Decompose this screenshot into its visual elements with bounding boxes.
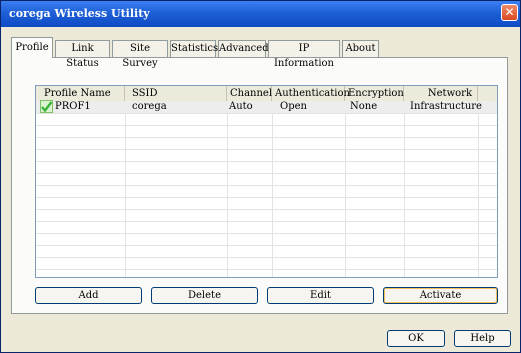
column-header-filler [478,86,497,101]
utility-window: corega Wireless Utility ✕ Profile Link S… [0,0,521,353]
window-title: corega Wireless Utility [9,7,150,20]
check-icon [40,100,53,113]
cell-authentication: Open [280,101,307,112]
column-header-encryption[interactable]: Encryption [345,86,404,101]
cell-network-type: Infrastructure [410,101,482,112]
tab-ip-information[interactable]: IP Information [268,40,340,69]
delete-button[interactable]: Delete [151,287,258,304]
tab-link-status[interactable]: Link Status [55,40,110,69]
title-bar[interactable]: corega Wireless Utility ✕ [1,1,520,27]
cell-profile-name: PROF1 [55,101,91,112]
column-header-channel[interactable]: Channel [227,86,272,101]
column-header-network-type[interactable]: Network Type [404,86,478,114]
cell-channel: Auto [229,101,253,112]
column-header-authentication[interactable]: Authentication [272,86,350,101]
activate-button[interactable]: Activate [383,287,498,304]
cell-encryption: None [350,101,378,112]
ok-button[interactable]: OK [387,330,445,347]
profile-list-header: Profile Name SSID Channel Authentication… [36,86,497,114]
edit-button[interactable]: Edit [267,287,374,304]
add-button[interactable]: Add [35,287,142,304]
tab-about[interactable]: About [342,40,379,57]
tab-statistics[interactable]: Statistics [170,40,218,57]
close-button[interactable]: ✕ [501,4,518,21]
column-header-ssid[interactable]: SSID [125,86,227,101]
tab-site-survey[interactable]: Site Survey [112,40,168,69]
help-button[interactable]: Help [454,330,511,347]
table-row[interactable]: PROF1 corega Auto Open None Infrastructu… [36,100,497,113]
cell-ssid: corega [132,101,167,112]
column-header-profile-name[interactable]: Profile Name [36,86,125,101]
tab-profile[interactable]: Profile [11,37,53,58]
tab-advanced[interactable]: Advanced [218,40,269,57]
close-icon: ✕ [504,5,515,19]
profile-list[interactable]: Profile Name SSID Channel Authentication… [35,85,498,278]
list-gridlines [36,101,497,277]
